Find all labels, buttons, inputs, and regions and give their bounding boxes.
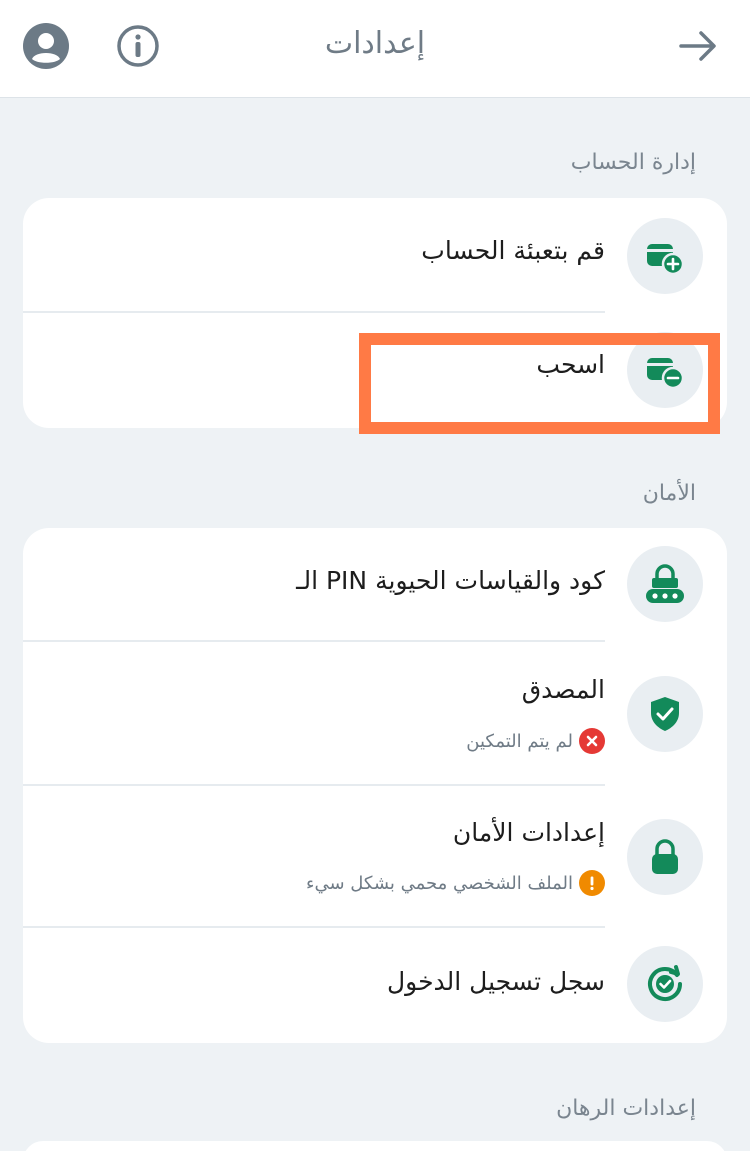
section-label-security: الأمان: [642, 481, 696, 506]
betting-card: [23, 1141, 727, 1151]
lock-icon: [627, 819, 703, 895]
list-item-pin-biometrics[interactable]: كود والقياسات الحيوية PIN الـ: [23, 528, 727, 641]
list-item-login-history[interactable]: سجل تسجيل الدخول: [23, 928, 727, 1043]
list-item-deposit[interactable]: قم بتعبئة الحساب: [23, 198, 727, 312]
list-item-security-settings[interactable]: إعدادات الأمان الملف الشخصي محمي بشكل سي…: [23, 786, 727, 926]
arrow-right-icon[interactable]: [674, 22, 722, 70]
deposit-label: قم بتعبئة الحساب: [421, 236, 605, 265]
login-history-label: سجل تسجيل الدخول: [386, 967, 605, 996]
security-settings-status: الملف الشخصي محمي بشكل سيء: [306, 870, 605, 896]
withdraw-label: اسحب: [536, 350, 605, 379]
warning-icon: [579, 870, 605, 896]
pin-biometrics-label: كود والقياسات الحيوية PIN الـ: [296, 566, 605, 595]
error-x-icon: [579, 728, 605, 754]
page-title: إعدادات: [324, 26, 426, 61]
security-settings-label: إعدادات الأمان: [452, 818, 605, 847]
security-card: كود والقياسات الحيوية PIN الـ المصدق لم …: [23, 528, 727, 1043]
authenticator-status-text: لم يتم التمكين: [466, 730, 573, 752]
wallet-minus-icon: [627, 332, 703, 408]
authenticator-status: لم يتم التمكين: [466, 728, 605, 754]
section-label-account: إدارة الحساب: [570, 150, 696, 175]
authenticator-label: المصدق: [521, 675, 605, 704]
list-item-authenticator[interactable]: المصدق لم يتم التمكين: [23, 642, 727, 784]
list-item-withdraw[interactable]: اسحب: [23, 313, 727, 428]
security-settings-status-text: الملف الشخصي محمي بشكل سيء: [305, 872, 573, 894]
history-check-icon: [627, 946, 703, 1022]
wallet-plus-icon: [627, 218, 703, 294]
top-bar: إعدادات: [0, 0, 750, 98]
pin-lock-icon: [627, 546, 703, 622]
section-label-betting: إعدادات الرهان: [556, 1096, 696, 1121]
account-card: قم بتعبئة الحساب اسحب: [23, 198, 727, 428]
shield-check-icon: [627, 676, 703, 752]
